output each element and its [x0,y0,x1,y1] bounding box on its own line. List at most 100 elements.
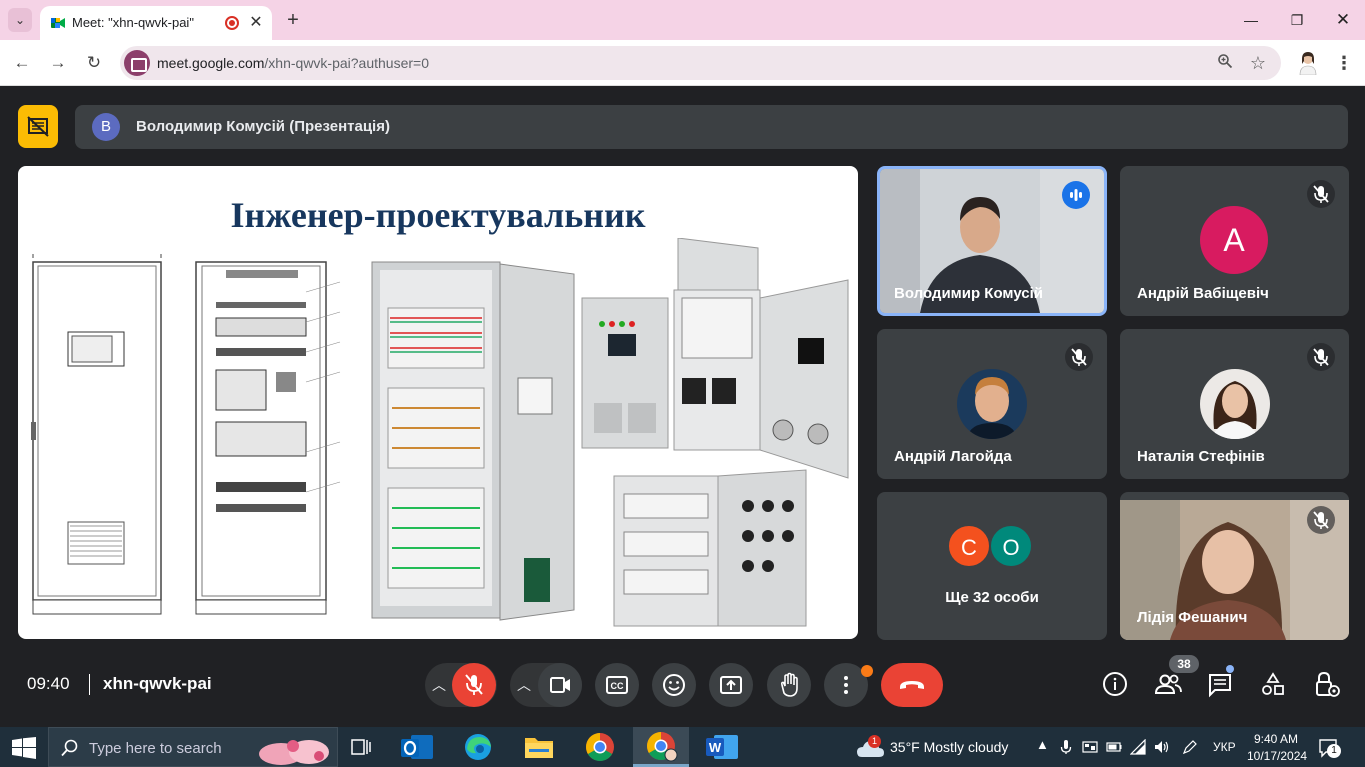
url-text: meet.google.com/xhn-qwvk-pai?authuser=0 [157,55,429,71]
network-icon[interactable] [1130,739,1146,755]
stop-presenting-button[interactable] [18,105,58,148]
mic-off-icon [1307,343,1335,371]
new-tab-icon[interactable]: + [282,9,304,31]
panel-cabinets-photo-image [581,238,849,479]
url-path: /xhn-qwvk-pai?authuser=0 [264,55,430,71]
browser-tab[interactable]: Meet: "xhn-qwvk-pai" ✕ [40,6,272,40]
svg-text:CC: CC [611,681,624,691]
participant-name: Андрій Вабіщевіч [1137,285,1269,302]
participant-tile-1[interactable]: Володимир Комусій [877,166,1107,316]
task-view-button[interactable] [333,727,389,767]
bookmark-star-icon[interactable]: ☆ [1248,53,1268,73]
emoji-icon [663,674,685,696]
mic-off-icon [1307,180,1335,208]
participant-avatar: О [989,524,1033,568]
chrome-app-button[interactable] [572,727,628,767]
taskbar-date[interactable]: 10/17/2024 [1247,749,1307,763]
minimize-icon[interactable]: — [1239,8,1263,32]
task-view-icon [351,739,371,755]
input-language[interactable]: УКР [1213,740,1236,754]
folder-icon [525,738,553,758]
tab-close-icon[interactable]: ✕ [246,13,266,33]
restore-icon[interactable]: ❐ [1285,8,1309,32]
meeting-details-info-icon[interactable] [1098,667,1132,701]
volume-icon[interactable] [1154,739,1170,755]
tab-search-chevron-icon[interactable]: ⌄ [8,8,32,32]
notification-dot [861,665,873,677]
meet-favicon-icon [51,18,65,28]
other-participants-tile[interactable]: С О Ще 32 особи [877,492,1107,640]
edge-icon [465,734,491,760]
back-icon[interactable]: ← [10,51,34,75]
meet-tray-icon[interactable] [1082,739,1098,755]
others-count-label: Ще 32 особи [945,589,1039,606]
battery-icon[interactable] [1106,739,1122,755]
taskbar-search-box[interactable]: Type here to search [48,727,338,767]
video-options-chevron-icon[interactable]: ︿ [510,663,538,707]
edge-app-button[interactable] [450,727,506,767]
captions-button[interactable]: CC [595,663,639,707]
weather-text[interactable]: 35°F Mostly cloudy [890,739,1008,755]
meeting-code: xhn-qwvk-pai [103,674,212,693]
pen-icon[interactable] [1182,739,1198,755]
presentation-off-icon [27,116,49,137]
audio-options-chevron-icon[interactable]: ︿ [425,663,453,707]
meet-control-bar: 09:40 xhn-qwvk-pai ︿ ︿ CC 38 [0,655,1365,713]
host-controls-lock-icon[interactable] [1310,667,1344,701]
browser-toolbar: ← → ↻ meet.google.com/xhn-qwvk-pai?authu… [0,40,1365,86]
windows-start-icon[interactable] [12,737,36,759]
panel-cabinet-small-photo-image [613,469,807,627]
word-app-button[interactable]: W [694,727,750,767]
close-window-icon[interactable]: ✕ [1331,8,1355,32]
file-explorer-app-button[interactable] [511,727,567,767]
leave-call-button[interactable] [881,663,943,707]
people-count-badge: 38 [1169,655,1199,673]
presentation-slide: Інженер-проектувальник [18,166,858,639]
participant-photo [1200,369,1270,439]
participant-photo [957,369,1027,439]
participant-name: Андрій Лагойда [894,448,1012,465]
site-info-icon[interactable] [124,50,150,76]
mic-off-icon [1065,343,1093,371]
windows-taskbar: Type here to search W 1 35°F Mostly clou… [0,727,1365,767]
reactions-button[interactable] [652,663,696,707]
activities-icon[interactable] [1256,667,1290,701]
participant-avatar: С [947,524,991,568]
show-hidden-icons-chevron-icon[interactable]: ▲ [1036,737,1049,752]
search-placeholder: Type here to search [89,740,222,757]
chat-notification-dot [1226,665,1234,673]
participant-tile-3[interactable]: Андрій Лагойда [877,329,1107,479]
present-now-button[interactable] [709,663,753,707]
reload-icon[interactable]: ↻ [82,51,106,75]
notification-count-badge: 1 [1327,744,1341,758]
zoom-icon[interactable] [1215,53,1235,73]
divider [89,674,90,695]
mic-toggle-button[interactable] [452,663,496,707]
presenter-label: Володимир Комусій (Презентація) [136,118,390,135]
mic-off-icon [465,674,483,695]
recording-icon [225,16,239,30]
camera-icon [550,677,570,693]
camera-toggle-button[interactable] [538,663,582,707]
cabinet-drawing-interior-image [195,261,341,615]
participant-name: Лідія Фешанич [1137,609,1248,626]
profile-avatar-icon[interactable] [1297,51,1319,75]
microphone-tray-icon[interactable] [1058,739,1074,755]
participant-tile-6[interactable]: Лідія Фешанич [1120,492,1349,640]
weather-alert-badge: 1 [868,735,881,748]
meeting-clock: 09:40 [27,674,70,693]
svg-text:W: W [709,740,722,755]
presenter-avatar: В [92,113,120,141]
taskbar-time[interactable]: 9:40 AM [1254,732,1298,746]
outlook-app-button[interactable] [389,727,445,767]
tab-title: Meet: "xhn-qwvk-pai" [72,15,194,30]
browser-menu-icon[interactable]: ⋮ [1334,51,1354,75]
participant-tile-2[interactable]: А Андрій Вабіщевіч [1120,166,1349,316]
raise-hand-button[interactable] [767,663,811,707]
outlook-icon [401,735,433,759]
participant-tile-4[interactable]: Наталія Стефінів [1120,329,1349,479]
forward-icon[interactable]: → [46,51,70,75]
word-icon: W [706,735,738,759]
address-bar[interactable]: meet.google.com/xhn-qwvk-pai?authuser=0 … [120,46,1281,80]
chrome-profile-app-button[interactable] [633,727,689,767]
